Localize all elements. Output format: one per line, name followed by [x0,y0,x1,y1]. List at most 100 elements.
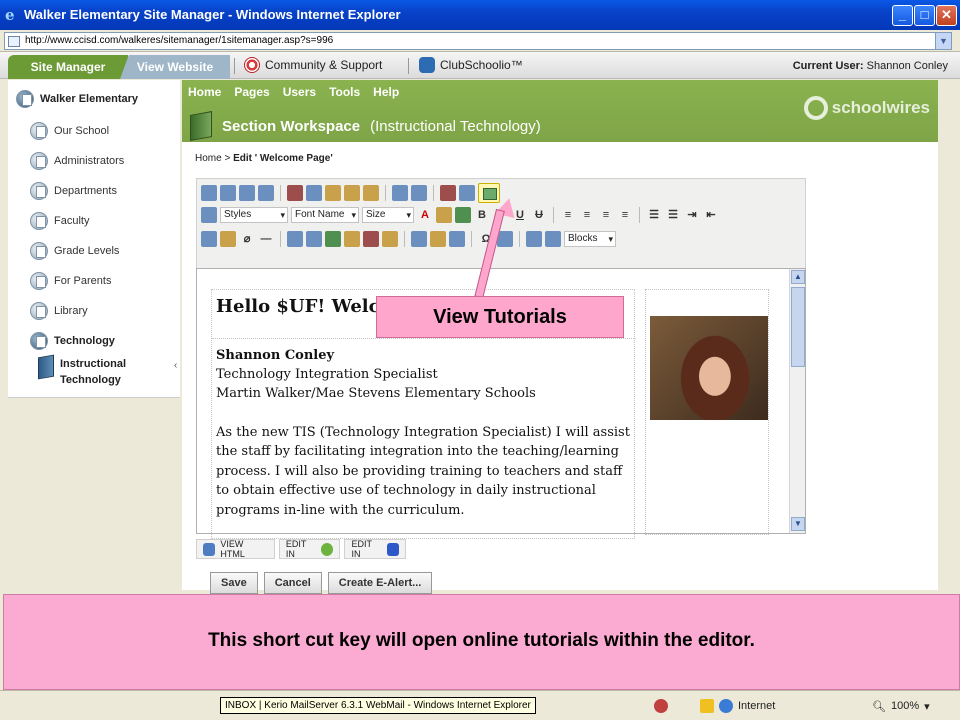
indent-icon[interactable]: ⇥ [684,207,700,223]
paste-word-icon[interactable] [363,185,379,201]
zoom-dropdown-icon[interactable]: ▾ [924,700,930,713]
hyperlink-icon[interactable] [287,231,303,247]
redo-icon[interactable] [411,185,427,201]
menu-users[interactable]: Users [283,85,316,99]
community-support-label: Community & Support [265,58,383,72]
table-wizard-icon[interactable] [430,231,446,247]
maximize-button[interactable]: □ [914,5,935,26]
print-icon[interactable] [239,185,255,201]
save-button[interactable]: Save [210,572,258,594]
toolbar-row-3: ⌀ — Ω Blocks [201,228,616,250]
justify-icon[interactable]: ≡ [617,207,633,223]
sidebar-item-our-school[interactable]: Our School [30,122,109,140]
scroll-down-icon[interactable]: ▼ [791,517,805,531]
align-right-icon[interactable]: ≡ [598,207,614,223]
view-html-button[interactable]: VIEW HTML [196,539,275,559]
format-stripper-icon[interactable] [545,231,561,247]
menu-tools[interactable]: Tools [329,85,360,99]
paste-text-icon[interactable] [344,185,360,201]
close-button[interactable]: ✕ [936,5,957,26]
insert-table-icon[interactable] [411,231,427,247]
highlight-icon[interactable] [436,207,452,223]
font-name-select[interactable]: Font Name [291,207,359,223]
align-center-icon[interactable]: ≡ [579,207,595,223]
paste-icon[interactable] [325,185,341,201]
page-icon [8,36,20,47]
anchor-icon[interactable] [363,231,379,247]
outdent-icon[interactable]: ⇤ [703,207,719,223]
tab-site-manager[interactable]: Site Manager [8,55,128,79]
sidebar-home-item[interactable]: Walker Elementary [16,90,138,108]
template-icon[interactable] [459,185,475,201]
breadcrumb-home[interactable]: Home [195,153,222,164]
bullet-list-icon[interactable]: ☰ [665,207,681,223]
collapse-sidebar-icon[interactable]: ‹ [174,360,177,371]
tab-view-website[interactable]: View Website [120,55,230,79]
style-builder-icon[interactable] [201,207,217,223]
profile-photo[interactable] [650,316,768,420]
module-icon[interactable] [526,231,542,247]
breadcrumb-current: Edit ' Welcome Page' [233,153,333,164]
flash-icon[interactable] [306,231,322,247]
sidebar-item-faculty[interactable]: Faculty [30,212,89,230]
sidebar-item-grade-levels[interactable]: Grade Levels [30,242,119,260]
delete-icon[interactable] [440,185,456,201]
accessibility-icon[interactable] [497,231,513,247]
preview-icon[interactable] [220,185,236,201]
view-html-label: VIEW HTML [220,539,245,559]
zone-status[interactable]: Internet [700,695,775,717]
content-photo-cell[interactable] [645,289,769,535]
copy-icon[interactable] [306,185,322,201]
undo-icon[interactable] [392,185,408,201]
sidebar-item-technology[interactable]: Technology [30,332,115,350]
cancel-button[interactable]: Cancel [263,572,322,594]
spellcheck-icon[interactable] [201,185,217,201]
privacy-status[interactable] [654,695,668,717]
align-left-icon[interactable]: ≡ [560,207,576,223]
image-manager-icon[interactable] [201,231,217,247]
attachment-icon[interactable]: ⌀ [239,231,255,247]
strikethrough-icon[interactable]: U [531,207,547,223]
numbered-list-icon[interactable]: ☰ [646,207,662,223]
bold-icon[interactable]: B [474,207,490,223]
current-user-name: Shannon Conley [866,60,948,72]
menu-help[interactable]: Help [373,85,399,99]
menu-home[interactable]: Home [188,85,221,99]
media-icon[interactable] [325,231,341,247]
view-tutorials-button[interactable] [478,183,500,203]
document-manager-icon[interactable] [220,231,236,247]
content-scrollbar[interactable]: ▲ ▼ [789,269,805,533]
zoom-status[interactable]: 🔍︎ 100% ▾ [872,695,930,717]
snippet-icon[interactable] [382,231,398,247]
address-input[interactable]: http://www.ccisd.com/walkeres/sitemanage… [4,32,952,50]
sidebar-item-departments[interactable]: Departments [30,182,117,200]
sidebar-item-label: Library [54,305,88,317]
clear-format-icon[interactable] [455,207,471,223]
styles-select[interactable]: Styles [220,207,288,223]
create-e-alert-button[interactable]: Create E-Alert... [327,572,433,594]
edit-in-label: EDIT IN [351,539,372,559]
edit-in-frontpage-button[interactable]: EDIT IN [344,539,406,559]
menu-pages[interactable]: Pages [234,85,269,99]
community-support-link[interactable]: Community & Support [244,57,382,73]
horizontal-rule-icon[interactable]: — [258,231,274,247]
form-icon[interactable] [344,231,360,247]
table-grid-icon[interactable] [449,231,465,247]
sidebar-item-administrators[interactable]: Administrators [30,152,124,170]
edit-in-dreamweaver-button[interactable]: EDIT IN [278,539,341,559]
cut-icon[interactable] [287,185,303,201]
address-dropdown-icon[interactable]: ▼ [935,33,951,49]
scroll-thumb[interactable] [791,287,805,367]
section-icon [30,212,48,230]
font-color-icon[interactable]: A [417,207,433,223]
find-icon[interactable] [258,185,274,201]
scroll-up-icon[interactable]: ▲ [791,270,805,284]
sidebar-item-for-parents[interactable]: For Parents [30,272,111,290]
workspace-subtitle: (Instructional Technology) [370,117,541,135]
blocks-select[interactable]: Blocks [564,231,616,247]
font-size-select[interactable]: Size [362,207,414,223]
minimize-button[interactable]: _ [892,5,913,26]
sidebar-item-instructional-technology[interactable]: Instructional Technology [38,354,140,388]
clubschoolio-link[interactable]: ClubSchoolio™ [419,57,523,73]
sidebar-item-library[interactable]: Library [30,302,88,320]
